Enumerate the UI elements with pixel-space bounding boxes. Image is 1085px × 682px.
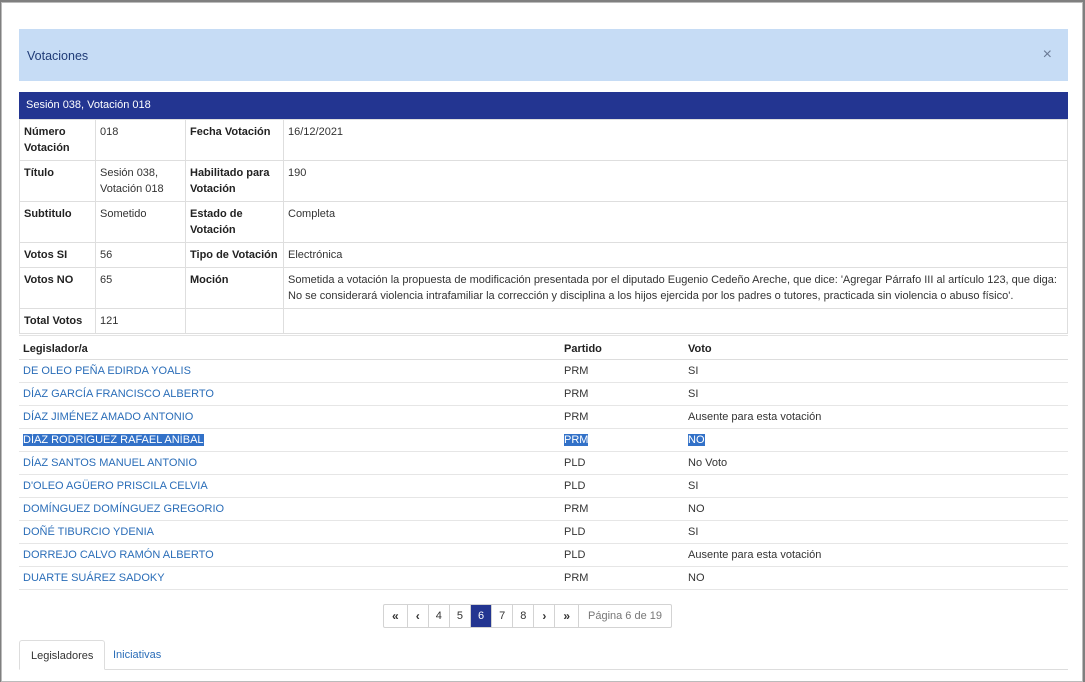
header-legislador: Legislador/a	[19, 335, 560, 360]
tipo-label: Tipo de Votación	[185, 242, 284, 268]
pagination: « ‹ 4 5 6 7 8 › » Página 6 de 19	[383, 604, 673, 628]
titulo-label: Título	[19, 160, 96, 202]
empty-cell	[283, 308, 1068, 334]
table-row: DÍAZ GARCÍA FRANCISCO ALBERTO PRM SI	[19, 382, 1068, 406]
party-cell: PRM	[560, 382, 684, 406]
close-icon[interactable]: ×	[1043, 46, 1052, 64]
votos-no-label: Votos NO	[19, 267, 96, 309]
table-row: D'OLEO AGÜERO PRISCILA CELVIA PLD SI	[19, 474, 1068, 498]
vote-cell: SI	[684, 474, 1068, 498]
page-5-button[interactable]: 5	[450, 605, 471, 627]
table-row-selected: DÍAZ RODRÍGUEZ RAFAEL ANÍBAL PRM NO	[19, 428, 1068, 452]
legislator-link[interactable]: DUARTE SUÁREZ SADOKY	[23, 572, 165, 584]
page-7-button[interactable]: 7	[492, 605, 514, 627]
page-8-button[interactable]: 8	[513, 605, 535, 627]
fecha-label: Fecha Votación	[185, 119, 284, 161]
legislator-link[interactable]: DÍAZ RODRÍGUEZ RAFAEL ANÍBAL	[23, 434, 204, 446]
header-voto: Voto	[684, 335, 1068, 360]
table-row: DOÑÉ TIBURCIO YDENIA PLD SI	[19, 520, 1068, 544]
bottom-tabs: Legisladores Iniciativas	[19, 640, 1068, 670]
empty-cell	[185, 308, 284, 334]
estado-label: Estado de Votación	[185, 201, 284, 243]
legislator-link[interactable]: DÍAZ SANTOS MANUEL ANTONIO	[23, 457, 197, 469]
numero-label: Número Votación	[19, 119, 96, 161]
vote-cell: NO	[684, 566, 1068, 590]
party-cell: PRM	[560, 497, 684, 521]
party-cell: PLD	[560, 520, 684, 544]
party-cell: PLD	[560, 543, 684, 567]
legislator-link[interactable]: DE OLEO PEÑA EDIRDA YOALIS	[23, 365, 191, 377]
tipo-value: Electrónica	[283, 242, 1068, 268]
subtitulo-label: Subtitulo	[19, 201, 96, 243]
modal-header: Votaciones ×	[19, 29, 1068, 81]
legislator-link[interactable]: DOMÍNGUEZ DOMÍNGUEZ GREGORIO	[23, 503, 224, 515]
table-row: DOMÍNGUEZ DOMÍNGUEZ GREGORIO PRM NO	[19, 497, 1068, 521]
habilitado-label: Habilitado para Votación	[185, 160, 284, 202]
info-row: Número Votación 018 Fecha Votación 16/12…	[19, 119, 1068, 161]
modal-title: Votaciones	[27, 49, 89, 63]
numero-value: 018	[95, 119, 186, 161]
habilitado-value: 190	[283, 160, 1068, 202]
votos-si-value: 56	[95, 242, 186, 268]
votaciones-modal: Votaciones × Sesión 038, Votación 018 Nú…	[1, 2, 1083, 682]
party-cell: PRM	[560, 566, 684, 590]
vote-cell: SI	[684, 359, 1068, 383]
legislator-link[interactable]: DOÑÉ TIBURCIO YDENIA	[23, 526, 154, 538]
last-page-button[interactable]: »	[555, 605, 579, 627]
total-value: 121	[95, 308, 186, 334]
vote-cell: SI	[684, 520, 1068, 544]
table-row: DÍAZ SANTOS MANUEL ANTONIO PLD No Voto	[19, 451, 1068, 475]
info-row: Votos NO 65 Moción Sometida a votación l…	[19, 267, 1068, 309]
titulo-value: Sesión 038, Votación 018	[95, 160, 186, 202]
info-row: Votos SI 56 Tipo de Votación Electrónica	[19, 242, 1068, 268]
tab-legisladores[interactable]: Legisladores	[19, 640, 106, 670]
mocion-value: Sometida a votación la propuesta de modi…	[283, 267, 1068, 309]
fecha-value: 16/12/2021	[283, 119, 1068, 161]
vote-cell: No Voto	[684, 451, 1068, 475]
page-4-button[interactable]: 4	[429, 605, 450, 627]
votos-si-label: Votos SI	[19, 242, 96, 268]
info-row: Subtitulo Sometido Estado de Votación Co…	[19, 201, 1068, 243]
subtitulo-value: Sometido	[95, 201, 186, 243]
header-partido: Partido	[560, 335, 684, 360]
table-row: DUARTE SUÁREZ SADOKY PRM NO	[19, 566, 1068, 590]
page-6-button[interactable]: 6	[470, 605, 493, 627]
first-page-button[interactable]: «	[384, 605, 408, 627]
legislator-link[interactable]: DÍAZ GARCÍA FRANCISCO ALBERTO	[23, 388, 214, 400]
total-label: Total Votos	[19, 308, 96, 334]
page-info: Página 6 de 19	[588, 610, 663, 622]
mocion-label: Moción	[185, 267, 284, 309]
vote-cell: Ausente para esta votación	[684, 405, 1068, 429]
vote-info-table: Número Votación 018 Fecha Votación 16/12…	[19, 119, 1068, 334]
vote-cell: NO	[684, 497, 1068, 521]
party-cell: PLD	[560, 474, 684, 498]
estado-value: Completa	[283, 201, 1068, 243]
vote-cell: SI	[684, 382, 1068, 406]
party-cell: PRM	[564, 434, 589, 446]
table-header-row: Legislador/a Partido Voto	[19, 335, 1068, 360]
party-cell: PRM	[560, 405, 684, 429]
table-row: DORREJO CALVO RAMÓN ALBERTO PLD Ausente …	[19, 543, 1068, 567]
prev-page-button[interactable]: ‹	[408, 605, 429, 627]
party-cell: PLD	[560, 451, 684, 475]
votos-no-value: 65	[95, 267, 186, 309]
tab-iniciativas[interactable]: Iniciativas	[102, 640, 172, 670]
info-row: Título Sesión 038, Votación 018 Habilita…	[19, 160, 1068, 202]
vote-cell: NO	[688, 434, 705, 446]
session-title-bar: Sesión 038, Votación 018	[19, 92, 1068, 119]
party-cell: PRM	[560, 359, 684, 383]
legislator-link[interactable]: DORREJO CALVO RAMÓN ALBERTO	[23, 549, 214, 561]
table-row: DE OLEO PEÑA EDIRDA YOALIS PRM SI	[19, 359, 1068, 383]
legislator-link[interactable]: D'OLEO AGÜERO PRISCILA CELVIA	[23, 480, 208, 492]
vote-cell: Ausente para esta votación	[684, 543, 1068, 567]
legislators-table: Legislador/a Partido Voto DE OLEO PEÑA E…	[19, 335, 1068, 590]
next-page-button[interactable]: ›	[534, 605, 556, 627]
legislator-link[interactable]: DÍAZ JIMÉNEZ AMADO ANTONIO	[23, 411, 193, 423]
info-row: Total Votos 121	[19, 308, 1068, 334]
table-row: DÍAZ JIMÉNEZ AMADO ANTONIO PRM Ausente p…	[19, 405, 1068, 429]
